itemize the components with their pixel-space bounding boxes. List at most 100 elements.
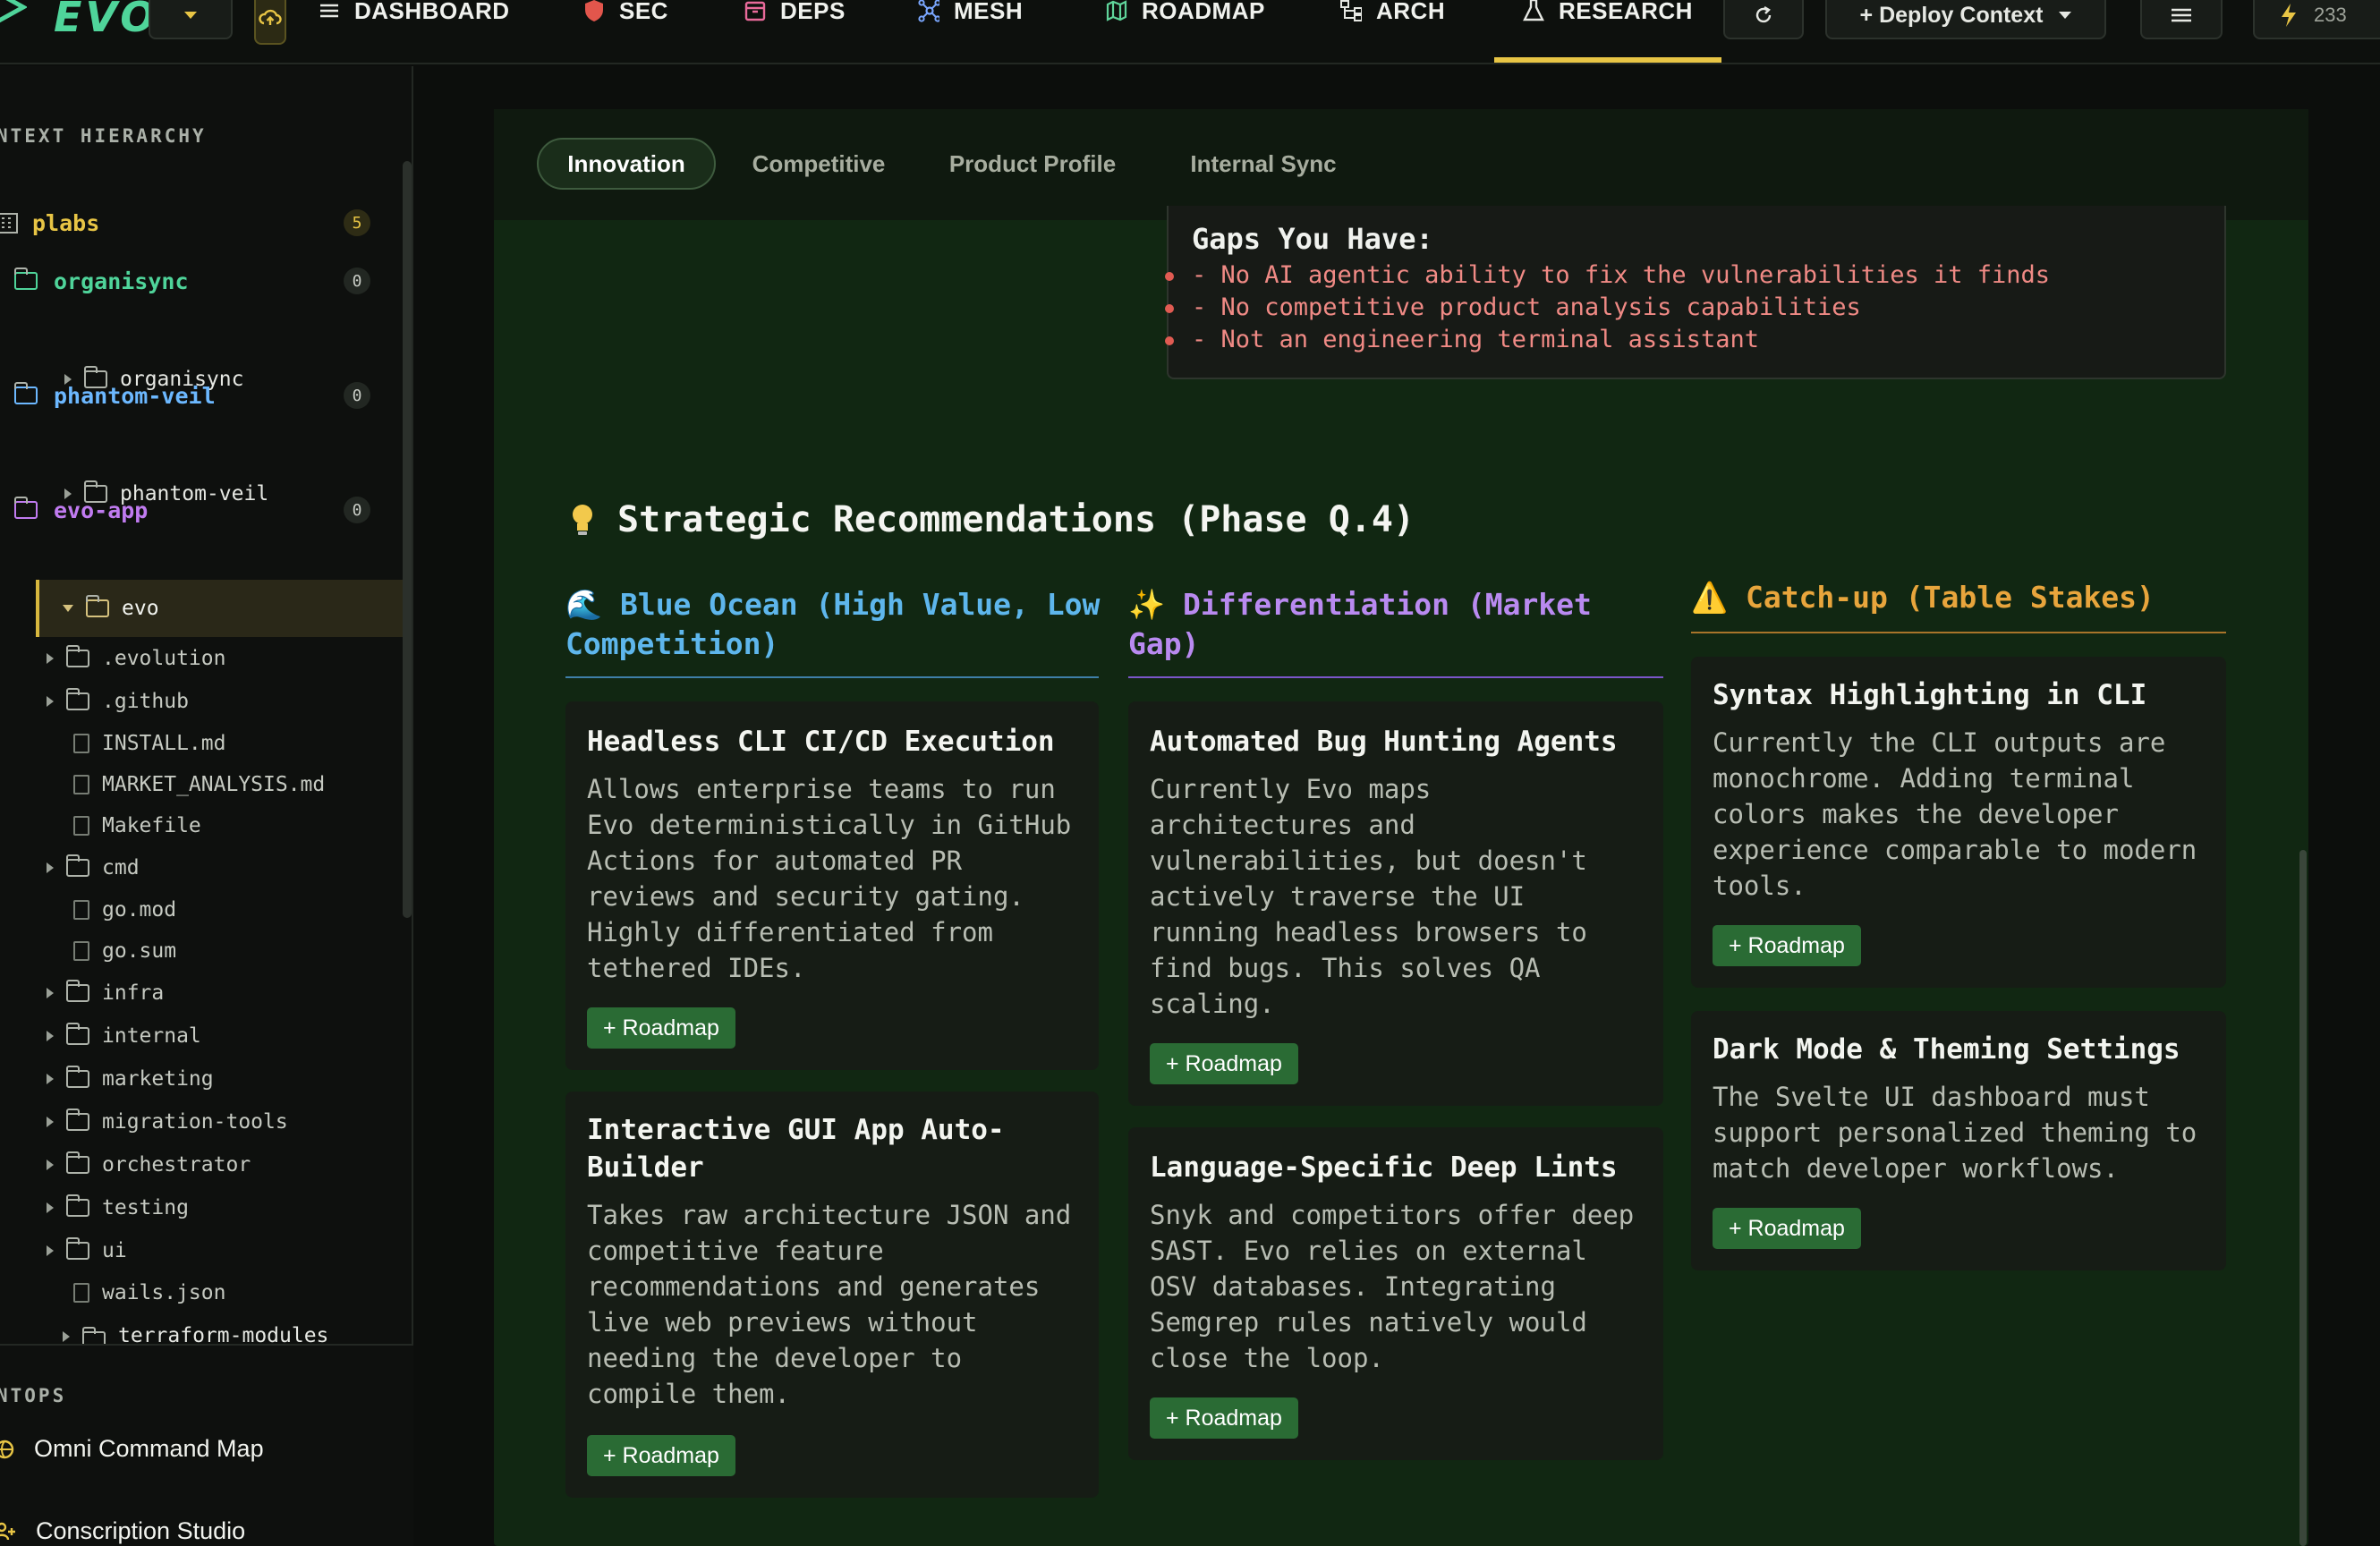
recommendation-card: Dark Mode & Theming Settings The Svelte … (1691, 1011, 2226, 1270)
tab-innovation[interactable]: Innovation (537, 138, 716, 190)
lightbulb-icon (573, 505, 592, 535)
tab-competitive[interactable]: Competitive (734, 138, 904, 190)
add-to-roadmap-button[interactable]: + Roadmap (1713, 925, 1861, 966)
file-row-infra[interactable]: infra (47, 973, 164, 1014)
workspace-dropdown[interactable] (149, 0, 233, 39)
tree-group-evo-app[interactable]: evo-app 0 (0, 485, 401, 535)
file-row-migration-tools[interactable]: migration-tools (47, 1101, 288, 1143)
tree-group-organisync[interactable]: organisync 0 (0, 256, 401, 306)
sidebar-scrollbar[interactable] (403, 161, 412, 918)
tree-item-evo[interactable]: evo (63, 588, 159, 629)
file-row-makefile[interactable]: Makefile (73, 805, 201, 846)
tree-group-phantom-veil[interactable]: phantom-veil 0 (0, 370, 401, 420)
file-name: INSTALL.md (102, 732, 226, 755)
differentiation-heading: ✨ Differentiation (Market Gap) (1128, 585, 1665, 664)
tops-section-title: NTOPS (0, 1385, 67, 1406)
energy-counter[interactable]: 233 (2253, 0, 2380, 39)
file-row-cmd[interactable]: cmd (47, 847, 140, 888)
file-name: go.mod (102, 898, 177, 922)
cloud-sync-button[interactable] (254, 0, 286, 45)
energy-count: 233 (2314, 4, 2347, 26)
card-body-line: competitive feature (587, 1236, 884, 1266)
menu-icon (319, 0, 340, 21)
file-name: MARKET_ANALYSIS.md (102, 773, 326, 796)
card-body-line: Takes raw architecture JSON and (587, 1200, 1072, 1230)
card-body-line: close the loop. (1150, 1343, 1384, 1373)
nav-roadmap[interactable]: ROADMAP (1106, 0, 1265, 29)
file-name: terraform-modules (118, 1324, 329, 1344)
nav-research[interactable]: RESEARCH (1523, 0, 1693, 29)
recommendation-card: Automated Bug Hunting Agents Currently E… (1128, 701, 1663, 1106)
lightning-icon (2282, 4, 2296, 27)
chevron-down-icon (2059, 12, 2072, 19)
deploy-context-button[interactable]: + Deploy Context (1825, 0, 2106, 39)
tree-group-label: phantom-veil (54, 382, 216, 409)
map-icon (1106, 0, 1127, 21)
tab-product-profile[interactable]: Product Profile (923, 138, 1142, 190)
file-row-market-analysis[interactable]: MARKET_ANALYSIS.md (73, 764, 325, 805)
recommendation-card: Interactive GUI App Auto- Builder Takes … (565, 1092, 1099, 1498)
tree-item-terraform-modules[interactable]: terraform-modules (63, 1324, 328, 1344)
expand-caret-icon (47, 862, 54, 873)
heading-line: ⚠️ Catch-up (Table Stakes) (1691, 580, 2155, 615)
expand-caret-icon (47, 1031, 54, 1041)
card-title: Syntax Highlighting in CLI (1713, 679, 2147, 711)
collapse-caret-icon (63, 605, 73, 612)
card-body-line: architectures and (1150, 810, 1415, 840)
file-row-go-mod[interactable]: go.mod (73, 889, 176, 930)
file-row-evolution[interactable]: .evolution (47, 638, 225, 679)
heading-line: ✨ Differentiation (Market (1128, 587, 1592, 622)
expand-caret-icon (47, 696, 54, 707)
gap-item: - No competitive product analysis capabi… (1165, 293, 1861, 321)
file-name: infra (102, 981, 165, 1005)
nav-arch[interactable]: ARCH (1340, 0, 1445, 29)
strategic-recommendations-title: Strategic Recommendations (Phase Q.4) (569, 499, 1415, 540)
file-icon (73, 1283, 89, 1303)
nav-sec[interactable]: SEC (583, 0, 668, 29)
file-name: .github (102, 690, 189, 713)
omni-command-map-label: Omni Command Map (34, 1435, 264, 1462)
file-row-wails[interactable]: wails.json (73, 1272, 225, 1313)
tree-root-plabs[interactable]: plabs 5 (0, 198, 401, 248)
file-row-github[interactable]: .github (47, 681, 189, 722)
nav-deps[interactable]: DEPS (744, 0, 846, 29)
file-row-install[interactable]: INSTALL.md (73, 723, 225, 764)
file-row-ui[interactable]: ui (47, 1230, 127, 1271)
file-row-internal[interactable]: internal (47, 1015, 201, 1057)
add-to-roadmap-button[interactable]: + Roadmap (1713, 1208, 1861, 1249)
folder-icon (66, 688, 89, 710)
active-tab-indicator (1494, 57, 1721, 63)
nav-dashboard[interactable]: DASHBOARD (319, 0, 510, 29)
file-name: orchestrator (102, 1153, 251, 1176)
tab-internal-sync[interactable]: Internal Sync (1161, 138, 1365, 190)
add-to-roadmap-button[interactable]: + Roadmap (1150, 1397, 1298, 1439)
card-body-line: experience comparable to modern (1713, 835, 2197, 865)
file-row-go-sum[interactable]: go.sum (73, 930, 176, 972)
app-logo-text: EVO (54, 0, 159, 41)
file-row-testing[interactable]: testing (47, 1187, 189, 1228)
refresh-icon (1755, 5, 1772, 23)
top-nav-bar: EVO DASHBOARD SEC DEPS MESH ROADMAP ARCH… (0, 0, 2380, 64)
nav-roadmap-label: ROADMAP (1142, 0, 1265, 24)
main-scrollbar[interactable] (2299, 850, 2307, 1546)
add-to-roadmap-button[interactable]: + Roadmap (587, 1435, 735, 1476)
omni-command-map-link[interactable]: Omni Command Map (0, 1435, 264, 1463)
network-icon (918, 0, 939, 22)
file-row-orchestrator[interactable]: orchestrator (47, 1144, 251, 1185)
nav-mesh[interactable]: MESH (918, 0, 1023, 29)
card-title: Dark Mode & Theming Settings (1713, 1033, 2180, 1066)
menu-button[interactable] (2140, 0, 2223, 39)
add-to-roadmap-button[interactable]: + Roadmap (587, 1007, 735, 1049)
card-body-line: SAST. Evo relies on external (1150, 1236, 1587, 1266)
card-body-line: Semgrep rules natively would (1150, 1307, 1587, 1338)
heading-line: Gap) (1128, 626, 1200, 661)
add-to-roadmap-button[interactable]: + Roadmap (1150, 1043, 1298, 1084)
package-icon (744, 0, 766, 21)
catch-up-divider (1691, 632, 2226, 633)
folder-open-icon (82, 1327, 106, 1344)
conscription-studio-link[interactable]: Conscription Studio (0, 1517, 245, 1545)
refresh-button[interactable] (1723, 0, 1804, 39)
tree-group-count: 0 (344, 497, 370, 523)
folder-icon (66, 1194, 89, 1217)
file-row-marketing[interactable]: marketing (47, 1058, 214, 1100)
